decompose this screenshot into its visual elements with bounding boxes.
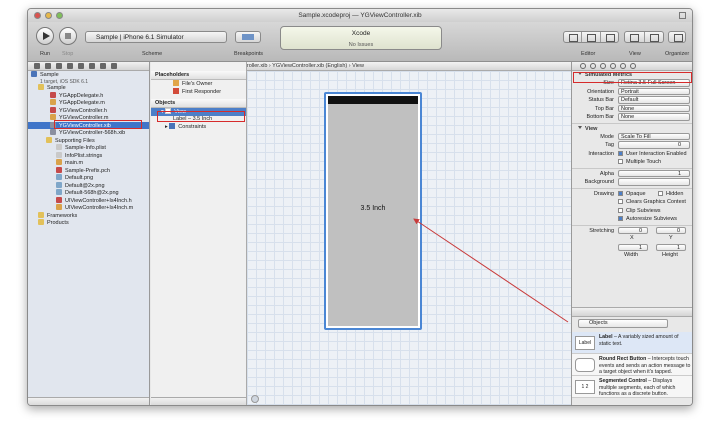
annotation-arrow [413, 218, 569, 323]
xcode-window: Sample.xcodeproj — YGViewController.xib … [27, 8, 693, 406]
